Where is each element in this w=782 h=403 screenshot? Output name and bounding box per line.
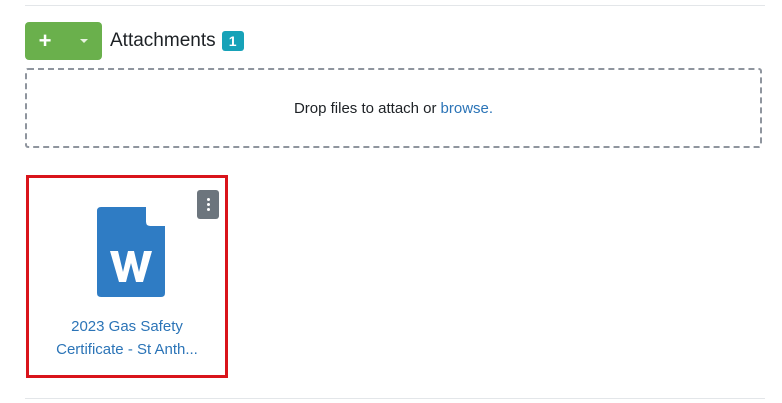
add-attachment-button[interactable]: + (25, 22, 65, 60)
kebab-dot (206, 208, 210, 211)
file-dropzone[interactable]: Drop files to attach or browse. (25, 68, 762, 148)
kebab-dot (206, 203, 210, 206)
attachment-count-badge: 1 (221, 31, 244, 51)
top-divider (25, 5, 765, 6)
dropzone-text: Drop files to attach or (293, 99, 437, 117)
add-options-dropdown-toggle[interactable] (65, 22, 102, 60)
attachments-panel: + Attachments 1 Drop files to attach or … (0, 0, 782, 403)
browse-link[interactable]: browse. (441, 100, 494, 117)
attachment-card[interactable]: 2023 Gas Safety Certificate - St Anth... (26, 175, 228, 378)
file-name-link[interactable]: 2023 Gas Safety Certificate - St Anth... (29, 315, 225, 361)
chevron-down-icon (79, 39, 88, 43)
plus-icon: + (38, 28, 52, 53)
bottom-divider (25, 398, 765, 399)
add-attachment-button-group: + (25, 22, 102, 60)
section-title: Attachments (110, 30, 216, 51)
file-name-line-1: 2023 Gas Safety (71, 318, 183, 335)
kebab-dot (206, 198, 210, 201)
word-document-icon[interactable] (97, 207, 165, 297)
file-actions-menu-button[interactable] (197, 190, 219, 219)
attachments-header: + Attachments 1 (25, 22, 244, 60)
file-name-line-2: Certificate - St Anth... (56, 341, 198, 358)
